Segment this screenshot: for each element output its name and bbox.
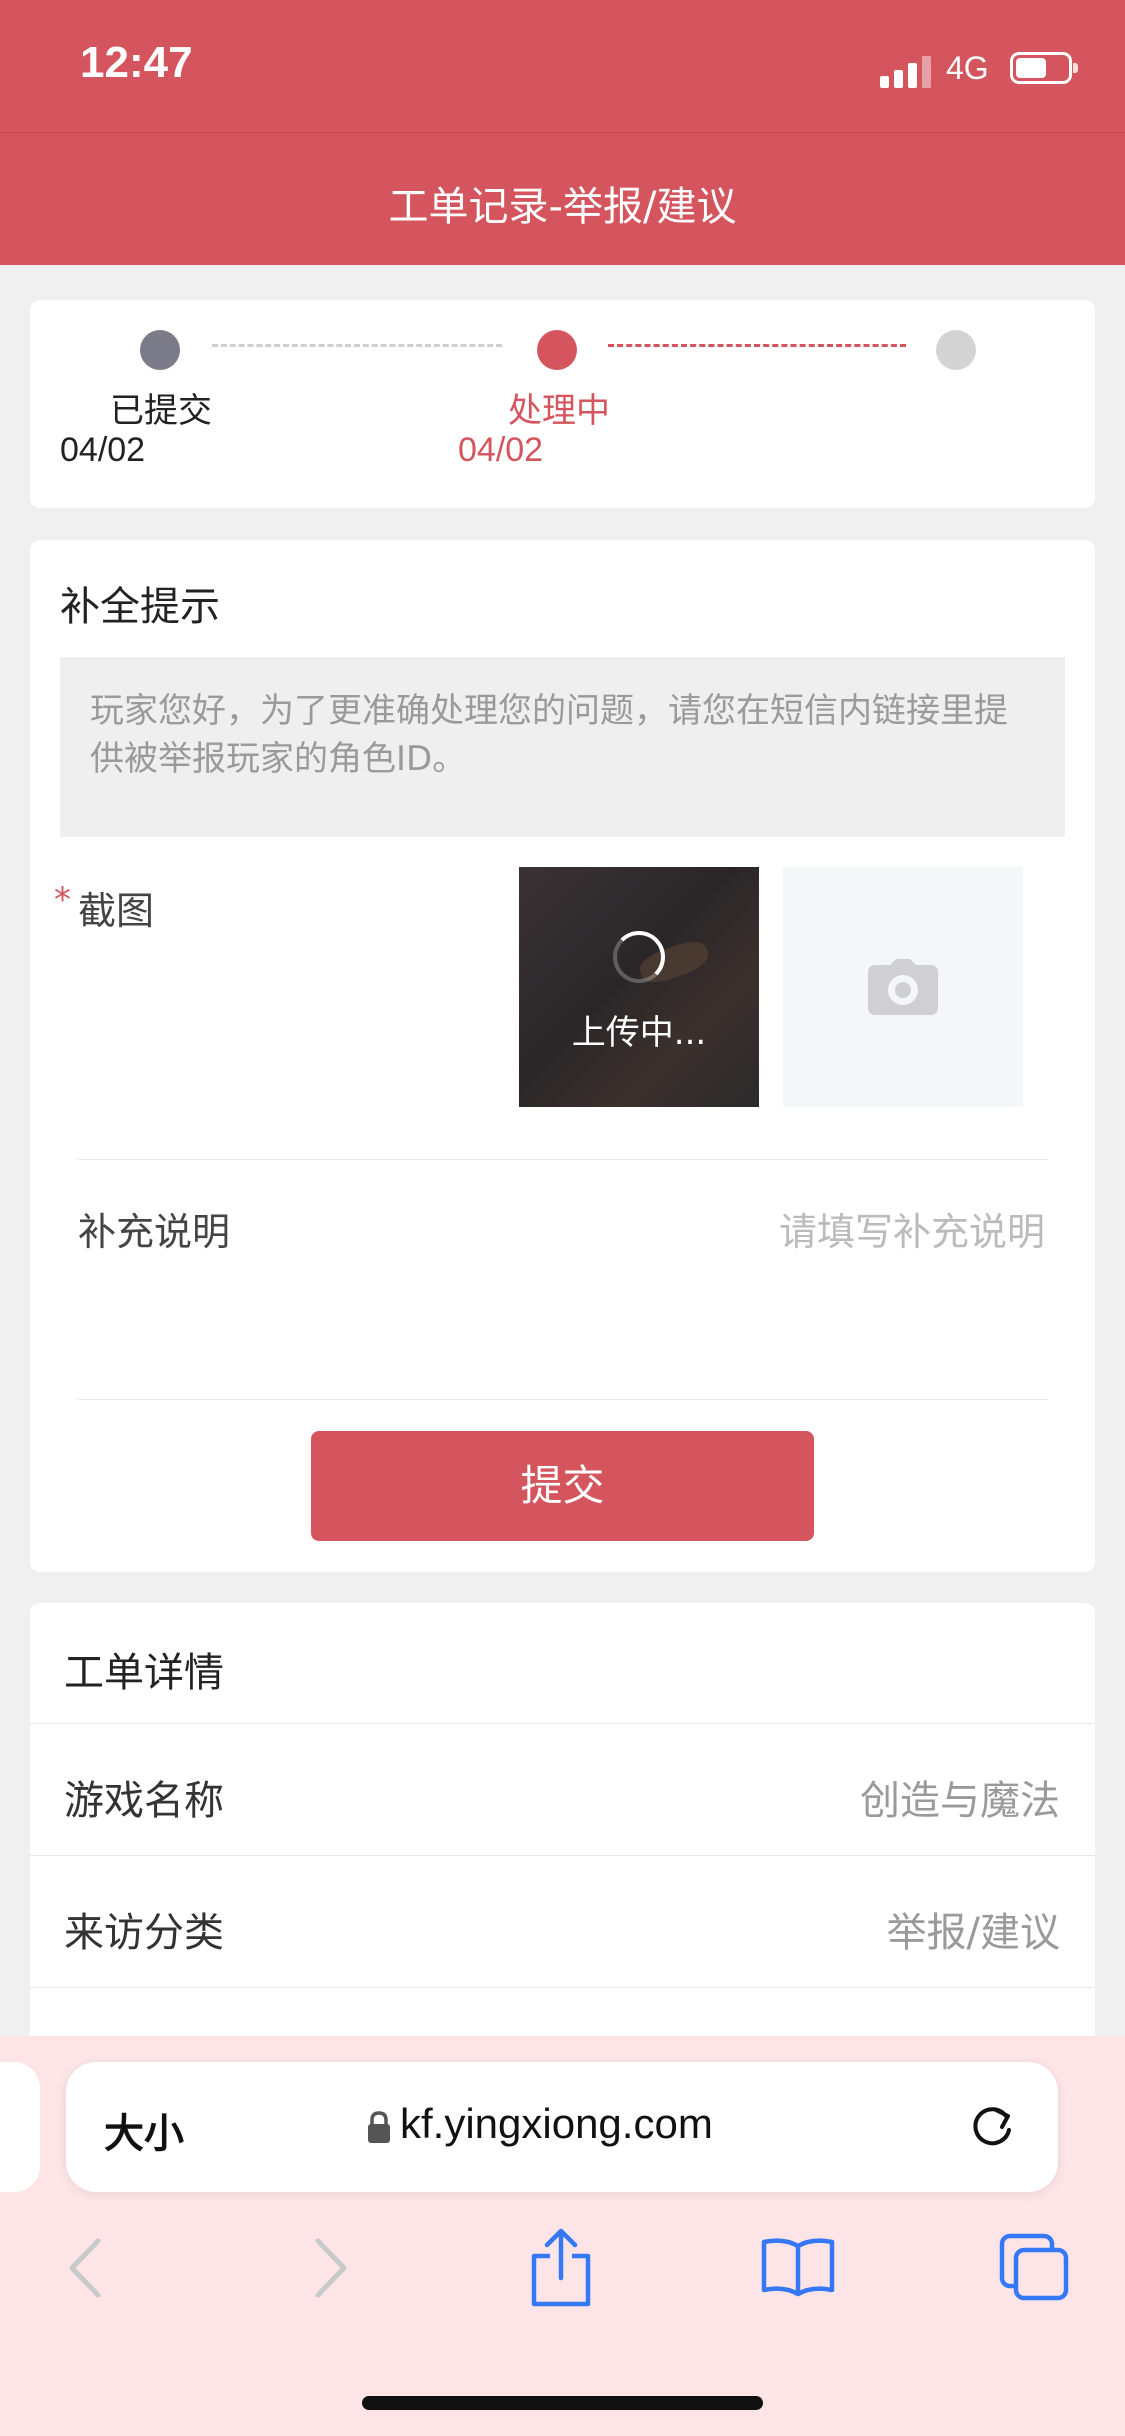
- progress-connector: [212, 344, 502, 347]
- step-dot-processing: [537, 330, 577, 370]
- step-date: 04/02: [60, 431, 146, 469]
- divider: [78, 1159, 1048, 1160]
- cellular-signal-icon: [880, 54, 932, 88]
- divider: [30, 1723, 1095, 1724]
- uploading-text: 上传中...: [571, 1013, 707, 1053]
- home-indicator: [362, 2396, 763, 2410]
- text-size-button[interactable]: 大小: [104, 2101, 184, 2159]
- section-title: 补全提示: [60, 584, 220, 630]
- detail-label-game: 游戏名称: [64, 1778, 224, 1824]
- back-icon[interactable]: [64, 2237, 108, 2299]
- submit-button[interactable]: 提交: [311, 1431, 814, 1541]
- bookmarks-icon[interactable]: [760, 2236, 836, 2298]
- step-label: 已提交: [110, 391, 212, 431]
- step-label: 处理中: [508, 391, 610, 431]
- loading-spinner-icon: [613, 931, 665, 983]
- detail-value-category: 举报/建议: [886, 1910, 1060, 1956]
- section-title: 工单详情: [64, 1650, 224, 1696]
- step-dot-submitted: [140, 330, 180, 370]
- divider: [30, 1987, 1095, 1988]
- add-screenshot-button[interactable]: [783, 867, 1023, 1107]
- required-mark: *: [54, 880, 71, 920]
- step-dot-final: [936, 330, 976, 370]
- note-input[interactable]: 请填写补充说明: [560, 1201, 1045, 1256]
- network-type: 4G: [946, 50, 989, 86]
- detail-label-category: 来访分类: [64, 1910, 224, 1956]
- screenshot-label: 截图: [78, 889, 155, 933]
- previous-tab-preview[interactable]: [0, 2062, 40, 2192]
- camera-icon: [868, 959, 938, 1015]
- tabs-icon[interactable]: [998, 2232, 1070, 2302]
- step-date: 04/02: [458, 431, 544, 469]
- divider: [78, 1399, 1048, 1400]
- page-title: 工单记录-举报/建议: [388, 184, 737, 230]
- lock-icon: [368, 2111, 390, 2143]
- progress-connector: [608, 344, 906, 347]
- divider: [30, 1855, 1095, 1856]
- uploaded-screenshot-thumbnail[interactable]: 上传中...: [519, 867, 759, 1107]
- battery-icon: [1010, 52, 1078, 84]
- share-icon[interactable]: [528, 2228, 594, 2308]
- note-label: 补充说明: [78, 1210, 231, 1254]
- forward-icon[interactable]: [308, 2237, 352, 2299]
- reload-icon[interactable]: [966, 2100, 1018, 2152]
- status-time: 12:47: [80, 38, 193, 87]
- detail-value-game: 创造与魔法: [860, 1778, 1060, 1824]
- url-text[interactable]: kf.yingxiong.com: [400, 2100, 713, 2148]
- header-divider: [0, 132, 1125, 133]
- tip-text: 玩家您好，为了更准确处理您的问题，请您在短信内链接里提供被举报玩家的角色ID。: [90, 691, 1008, 779]
